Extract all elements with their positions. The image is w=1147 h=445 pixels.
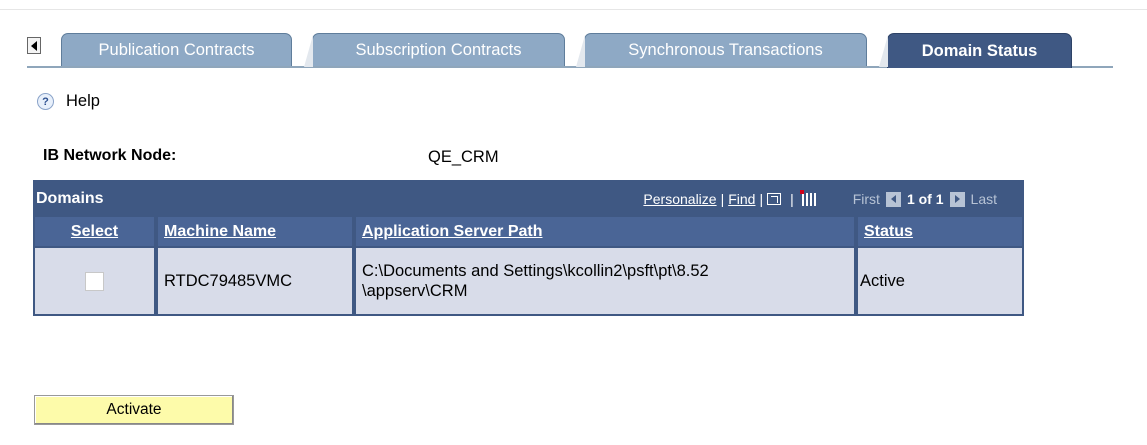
arrow-right-icon (954, 195, 960, 203)
grid-title: Domains (36, 190, 104, 207)
first-link: First (852, 191, 880, 207)
tab-label: Publication Contracts (98, 40, 255, 59)
tab-edge (304, 35, 313, 67)
domains-grid: Domains Personalize | Find | | First 1 o… (33, 180, 1024, 316)
zoom-grid-icon[interactable] (767, 193, 782, 205)
tab-bar: Publication Contracts Subscription Contr… (27, 33, 1113, 68)
activate-button[interactable]: Activate (34, 395, 234, 425)
tab-edge (879, 35, 888, 67)
path-line-1: C:\Documents and Settings\kcollin2\psft\… (362, 262, 709, 280)
tab-label: Synchronous Transactions (628, 40, 823, 59)
tab-subscription-contracts[interactable]: Subscription Contracts (304, 33, 565, 67)
previous-row-icon (885, 191, 901, 207)
machine-name-cell: RTDC79485VMC (158, 248, 352, 314)
tab-scroll-left-button[interactable] (27, 37, 41, 54)
separator: | (759, 191, 764, 207)
grid-navigation: Personalize | Find | | First 1 of 1 Last (643, 189, 997, 207)
row-count: 1 of 1 (906, 191, 944, 207)
next-row-icon (949, 191, 965, 207)
select-cell (35, 248, 154, 314)
last-link: Last (970, 191, 997, 207)
tab-edge (576, 35, 585, 67)
status-cell: Active (858, 248, 1022, 314)
top-divider (0, 9, 1147, 10)
tab-publication-contracts[interactable]: Publication Contracts (61, 33, 292, 66)
download-grid-icon[interactable] (799, 189, 816, 206)
column-header-application-server-path[interactable]: Application Server Path (356, 217, 854, 246)
help-label: Help (66, 92, 100, 110)
ib-network-node-label: IB Network Node: (43, 147, 177, 164)
help-icon: ? (37, 93, 54, 110)
arrow-left-icon (890, 195, 896, 203)
column-header-status[interactable]: Status (858, 217, 1022, 246)
separator: | (790, 191, 794, 207)
help-link[interactable]: ? Help (37, 92, 100, 111)
tab-domain-status[interactable]: Domain Status (879, 33, 1072, 68)
tab-synchronous-transactions[interactable]: Synchronous Transactions (576, 33, 867, 67)
app-server-path-value: C:\Documents and Settings\kcollin2\psft\… (356, 261, 709, 301)
column-header-select[interactable]: Select (35, 217, 154, 246)
personalize-link[interactable]: Personalize (643, 191, 716, 207)
column-header-machine-name[interactable]: Machine Name (158, 217, 352, 246)
find-link[interactable]: Find (728, 191, 755, 207)
ib-network-node-value: QE_CRM (428, 148, 499, 166)
tab-label: Subscription Contracts (355, 40, 522, 59)
tab-label: Domain Status (921, 41, 1038, 60)
path-line-2: \appserv\CRM (362, 282, 468, 300)
status-value: Active (860, 271, 905, 290)
separator: | (720, 191, 725, 207)
machine-name-value: RTDC79485VMC (164, 271, 293, 290)
app-server-path-cell: C:\Documents and Settings\kcollin2\psft\… (356, 248, 854, 314)
row-select-checkbox[interactable] (85, 271, 104, 291)
arrow-left-icon (31, 40, 37, 51)
